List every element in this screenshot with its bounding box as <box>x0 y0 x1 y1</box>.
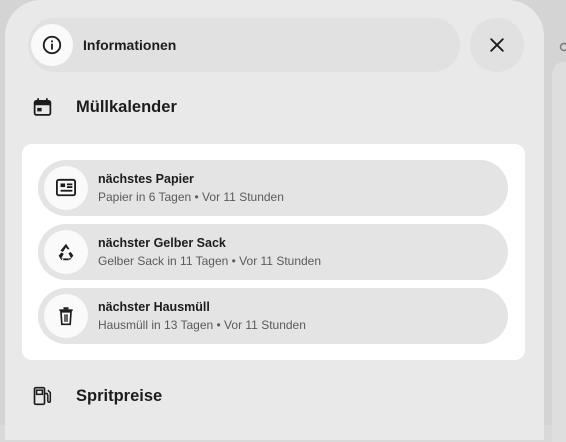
newspaper-icon <box>44 166 88 210</box>
background-icon <box>557 40 566 54</box>
list-item-title: nächster Hausmüll <box>98 299 306 315</box>
list-item-subtitle: Hausmüll in 13 Tagen • Vor 11 Stunden <box>98 317 306 333</box>
more-info-dialog: Informationen Müllkalender <box>5 0 544 440</box>
list-item-paper[interactable]: nächstes Papier Papier in 6 Tagen • Vor … <box>38 160 508 216</box>
list-item-title: nächstes Papier <box>98 171 284 187</box>
fuel-pump-icon <box>31 385 53 407</box>
close-button[interactable] <box>470 18 524 72</box>
list-item-title: nächster Gelber Sack <box>98 235 321 251</box>
background-card-edge <box>552 62 566 442</box>
dialog-header: Informationen <box>28 18 460 72</box>
list-item-subtitle: Papier in 6 Tagen • Vor 11 Stunden <box>98 189 284 205</box>
section-title-label: Spritpreise <box>76 387 162 406</box>
waste-calendar-card: nächstes Papier Papier in 6 Tagen • Vor … <box>22 144 525 360</box>
section-waste-calendar[interactable]: Müllkalender <box>31 93 177 121</box>
trash-icon <box>44 294 88 338</box>
close-icon <box>487 35 507 55</box>
recycle-icon <box>44 230 88 274</box>
list-item-residual-waste[interactable]: nächster Hausmüll Hausmüll in 13 Tagen •… <box>38 288 508 344</box>
section-title-label: Müllkalender <box>76 98 177 117</box>
dialog-title: Informationen <box>83 37 176 53</box>
list-item-yellow-bag[interactable]: nächster Gelber Sack Gelber Sack in 11 T… <box>38 224 508 280</box>
list-item-subtitle: Gelber Sack in 11 Tagen • Vor 11 Stunden <box>98 253 321 269</box>
info-icon[interactable] <box>31 24 73 66</box>
section-fuel-prices[interactable]: Spritpreise <box>31 382 162 410</box>
calendar-icon <box>31 96 53 118</box>
